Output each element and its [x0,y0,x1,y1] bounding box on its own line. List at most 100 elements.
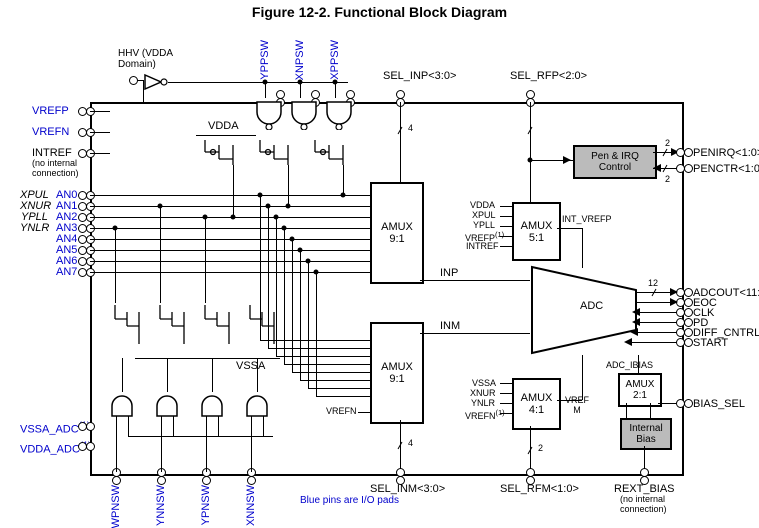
terminal-icon [78,149,87,158]
pin-xnnsw: XNNSW [245,485,257,526]
intref-note: (no internal connection) [32,158,79,178]
amux4-in-vrefn: VREFN(1) [465,408,505,421]
and-gate-icon [108,390,136,420]
terminal-icon [396,90,405,99]
arrow-left-icon [624,338,634,346]
footer-note: Blue pins are I/O pads [300,495,399,506]
nmos-array-icon [105,300,285,360]
terminal-icon [78,224,87,233]
terminal-icon [684,164,693,173]
pin-bias-sel: BIAS_SEL [693,398,745,410]
nand-gate-icon [253,98,285,130]
terminal-icon [78,202,87,211]
pin-wpnsw: WPNSW [110,485,122,528]
terminal-icon [78,235,87,244]
bus-width-2: 2 [665,138,670,148]
figure-title: Figure 12-2. Functional Block Diagram [0,4,759,20]
pin-ypnsw: YPNSW [200,485,212,525]
pin-vrefn: VREFN [32,126,69,138]
bus-width-12: 12 [648,278,658,288]
sel-rfp-label: SEL_RFP<2:0> [510,70,587,82]
terminal-icon [684,399,693,408]
vssa-label: VSSA [236,360,265,372]
nand-gate-icon [323,98,355,130]
bus-width-2: 2 [538,443,543,453]
adc-label: ADC [580,300,603,312]
arrow-right-icon [670,288,680,296]
internal-bias-block: Internal Bias [620,418,672,450]
terminal-icon [684,148,693,157]
terminal-icon [78,422,87,431]
vdda-label: VDDA [208,120,239,132]
terminal-icon [78,246,87,255]
terminal-icon [684,288,693,297]
pin-an7: AN7 [56,266,77,278]
terminal-icon [202,476,211,485]
adc-ibias-label: ADC_IBIAS [606,360,653,370]
pin-ynnsw: YNNSW [155,485,167,526]
rext-note: (no internal connection) [620,494,667,514]
terminal-icon [526,90,535,99]
inp-label: INP [440,267,458,279]
arrow-left-icon [632,308,642,316]
inm-label: INM [440,320,460,332]
int-vrefp-label: INT_VREFP [562,214,612,224]
amux-9to1-upper: AMUX 9:1 [370,182,424,284]
pmos-array-icon [195,135,355,193]
terminal-icon [684,318,693,327]
terminal-icon [78,268,87,277]
terminal-icon [526,476,535,485]
arrow-right-icon [563,156,573,164]
vrefm-label: VREF M [565,395,589,415]
terminal-icon [129,76,138,85]
and-gate-icon [153,390,181,420]
sel-inm-label: SEL_INM<3:0> [370,483,445,495]
pin-xnpsw: XNPSW [294,40,306,80]
arrow-left-icon [632,318,642,326]
pin-ynlr-alt: YNLR [20,222,49,234]
terminal-icon [684,328,693,337]
pin-xppsw: XPPSW [329,40,341,80]
pin-start: START [693,337,728,349]
bus-width-4: 4 [408,123,413,133]
terminal-icon [247,476,256,485]
arrow-left-icon [653,164,663,172]
terminal-icon [78,128,87,137]
terminal-icon [78,257,87,266]
pin-penctr: PENCTR<1:0> [693,163,759,175]
terminal-icon [684,298,693,307]
terminal-icon [78,191,87,200]
sel-inp-label: SEL_INP<3:0> [383,70,456,82]
pin-penirq: PENIRQ<1:0> [693,147,759,159]
arrow-left-icon [630,328,640,336]
amux-9to1-lower: AMUX 9:1 [370,322,424,424]
bus-width-2: 2 [665,174,670,184]
terminal-icon [112,476,121,485]
and-gate-icon [198,390,226,420]
terminal-icon [86,442,95,451]
amux5-in-ypll: YPLL [473,220,495,230]
pin-vrefp: VREFP [32,105,69,117]
amux5-in-vdda: VDDA [470,200,495,210]
terminal-icon [78,107,87,116]
hhv-label: HHV (VDDA Domain) [118,48,173,70]
vrefn-internal-label: VREFN [326,406,357,416]
terminal-icon [78,442,87,451]
pen-irq-control-block: Pen & IRQ Control [573,145,657,179]
sel-rfm-label: SEL_RFM<1:0> [500,483,579,495]
terminal-icon [157,476,166,485]
arrow-right-icon [670,298,680,306]
terminal-icon [396,476,405,485]
nand-gate-icon [288,98,320,130]
amux-2to1: AMUX 2:1 [618,373,662,407]
terminal-icon [86,422,95,431]
and-gate-icon [243,390,271,420]
amux-4to1: AMUX 4:1 [512,378,561,430]
amux4-in-xnur: XNUR [470,388,496,398]
terminal-icon [684,308,693,317]
amux4-in-ynlr: YNLR [471,398,495,408]
bus-width-4: 4 [408,438,413,448]
amux5-in-intref: INTREF [466,241,499,251]
amux5-in-xpul: XPUL [472,210,496,220]
amux-5to1: AMUX 5:1 [512,202,561,261]
